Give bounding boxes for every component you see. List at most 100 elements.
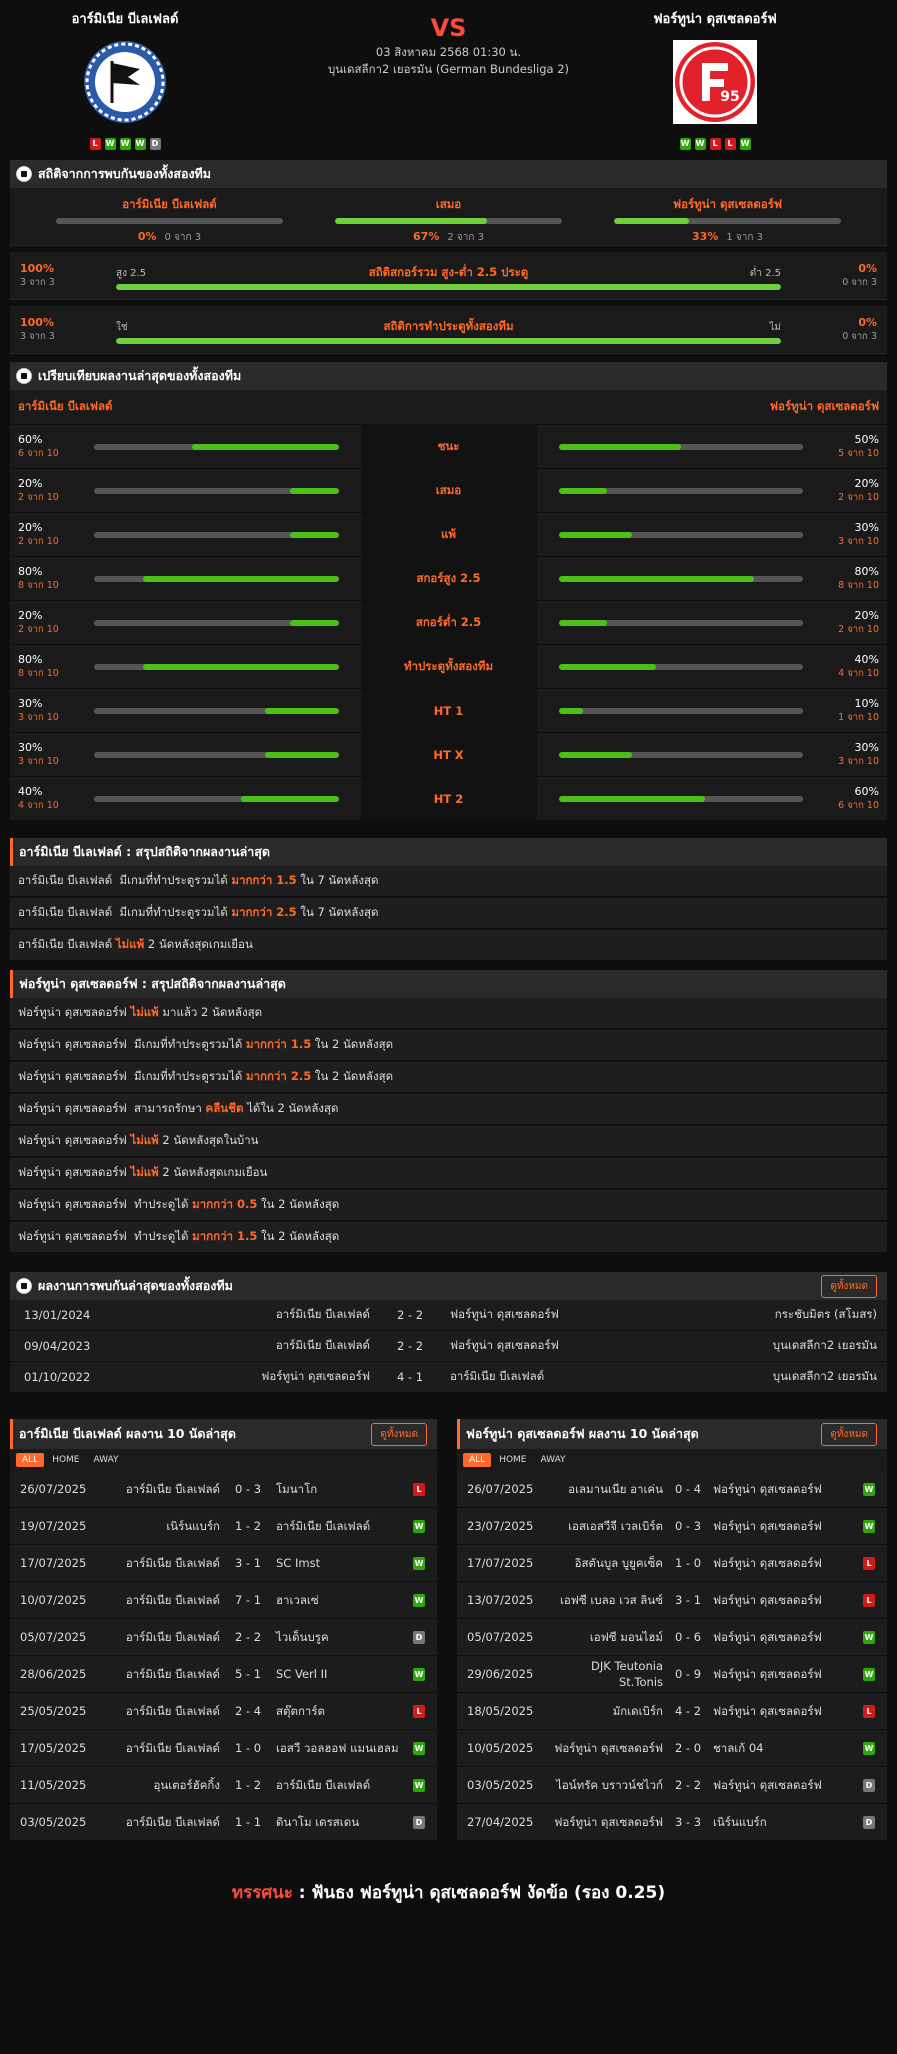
- last10-row[interactable]: 13/07/2025 เอฟซี เบลอ เวส ลินซ์ 3 - 1 ฟอร์ท…: [457, 1582, 887, 1619]
- away-team[interactable]: ฟอร์ทูน่า ดุสเซลดอร์ฟ: [450, 1306, 640, 1324]
- h2h-result-panel: อาร์มิเนีย บีเลเฟลด์ 0% 0 จาก 3 เสมอ 67% 2 จา…: [10, 188, 887, 246]
- away-team[interactable]: ฟอร์ทูน่า ดุสเซลดอร์ฟ: [713, 1592, 851, 1608]
- last10-row[interactable]: 17/07/2025 อาร์มิเนีย บีเลเฟลด์ 3 - 1 SC Im…: [10, 1545, 437, 1582]
- tab-away[interactable]: AWAY: [535, 1453, 572, 1467]
- home-team-logo[interactable]: [82, 39, 168, 125]
- last10-row[interactable]: 05/07/2025 เอฟซี มอนไฮม์ 0 - 6 ฟอร์ทูน่า ดุ…: [457, 1619, 887, 1656]
- home-team[interactable]: อาร์มิเนีย บีเลเฟลด์: [96, 1740, 220, 1756]
- tab-home[interactable]: HOME: [46, 1453, 85, 1467]
- home-team[interactable]: อาร์มิเนีย บีเลเฟลด์: [96, 1703, 220, 1719]
- away-team[interactable]: เอสวี วอลฮอฟ แมนเฮลม: [276, 1740, 401, 1756]
- home-team[interactable]: อาร์มิเนีย บีเลเฟลด์: [96, 1481, 220, 1497]
- home-team-name[interactable]: อาร์มิเนีย บีเลเฟลด์: [0, 8, 255, 29]
- away-team[interactable]: SC Verl II: [276, 1666, 401, 1682]
- home-team[interactable]: ฟอร์ทูน่า ดุสเซลดอร์ฟ: [200, 1368, 370, 1386]
- away-team[interactable]: ฟอร์ทูน่า ดุสเซลดอร์ฟ: [713, 1629, 851, 1645]
- summary-text-end: 2 นัดหลังสุดในบ้าน: [158, 1133, 259, 1147]
- home-team[interactable]: เอฟซี มอนไฮม์: [553, 1629, 663, 1645]
- home-team[interactable]: มักเดเบิร์ก: [553, 1703, 663, 1719]
- away-team[interactable]: ฟอร์ทูน่า ดุสเซลดอร์ฟ: [713, 1666, 851, 1682]
- compare-home-name[interactable]: อาร์มิเนีย บีเลเฟลด์: [18, 398, 113, 416]
- match-score: 0 - 3: [674, 1519, 702, 1533]
- ou-right-count: 0 จาก 3: [842, 276, 877, 288]
- tab-all[interactable]: ALL: [16, 1453, 45, 1467]
- result-badge: L: [863, 1704, 875, 1718]
- last10-row[interactable]: 10/07/2025 อาร์มิเนีย บีเลเฟลด์ 7 - 1 ฮาเวล…: [10, 1582, 437, 1619]
- home-team[interactable]: อาร์มิเนีย บีเลเฟลด์: [96, 1666, 220, 1682]
- away-team[interactable]: ฟอร์ทูน่า ดุสเซลดอร์ฟ: [713, 1481, 851, 1497]
- away-team-name[interactable]: ฟอร์ทูน่า ดุสเซลดอร์ฟ: [585, 8, 845, 29]
- away-team[interactable]: SC Imst: [276, 1555, 401, 1571]
- last10-row[interactable]: 05/07/2025 อาร์มิเนีย บีเลเฟลด์ 2 - 2 ไวเด็…: [10, 1619, 437, 1656]
- tab-home[interactable]: HOME: [493, 1453, 532, 1467]
- last10-row[interactable]: 03/05/2025 ไอน์ทรัค บราวน์ชไวก์ 2 - 2 ฟอร์ท…: [457, 1767, 887, 1804]
- home-team[interactable]: เอฟซี เบลอ เวส ลินซ์: [553, 1592, 663, 1608]
- away-team-block[interactable]: ฟอร์ทูน่า ดุสเซลดอร์ฟ 95 WWLLW: [585, 8, 845, 150]
- away-team[interactable]: อาร์มิเนีย บีเลเฟลด์: [276, 1777, 401, 1793]
- summary-highlight: มากกว่า 2.5: [231, 905, 297, 919]
- home-team[interactable]: อิสตันบูล บูยูคเซ็ค: [553, 1555, 663, 1571]
- last10-row[interactable]: 28/06/2025 อาร์มิเนีย บีเลเฟลด์ 5 - 1 SC Ve…: [10, 1656, 437, 1693]
- last10-row[interactable]: 11/05/2025 อุนเตอร์ฮัคกิ้ง 1 - 2 อาร์มิเนีย…: [10, 1767, 437, 1804]
- away-team[interactable]: ฟอร์ทูน่า ดุสเซลดอร์ฟ: [713, 1555, 851, 1571]
- last10-row[interactable]: 17/07/2025 อิสตันบูล บูยูคเซ็ค 1 - 0 ฟอร์ทู…: [457, 1545, 887, 1582]
- last10-row[interactable]: 29/06/2025 DJK Teutonia St.Tonis 0 - 9 ฟอร์…: [457, 1656, 887, 1693]
- last10-row[interactable]: 17/05/2025 อาร์มิเนีย บีเลเฟลด์ 1 - 0 เอสวี…: [10, 1730, 437, 1767]
- home-team[interactable]: เอสเอสวีจี เวลเบิร์ต: [553, 1518, 663, 1534]
- view-all-button[interactable]: ดูทั้งหมด: [371, 1422, 427, 1446]
- home-team[interactable]: เนิร์นแบร์ก: [96, 1518, 220, 1534]
- home-count: 6 จาก 10: [18, 447, 59, 459]
- last10-row[interactable]: 10/05/2025 ฟอร์ทูน่า ดุสเซลดอร์ฟ 2 - 0 ชาลเ…: [457, 1730, 887, 1767]
- home-team[interactable]: อาร์มิเนีย บีเลเฟลด์: [200, 1337, 370, 1355]
- home-percent-block: 80% 8 จาก 10: [18, 653, 80, 681]
- last10-row[interactable]: 23/07/2025 เอสเอสวีจี เวลเบิร์ต 0 - 3 ฟอร์ท…: [457, 1508, 887, 1545]
- last10-row[interactable]: 26/07/2025 อเลมานเนีย อาเค่น 0 - 4 ฟอร์ทูน่…: [457, 1471, 887, 1508]
- home-team[interactable]: DJK Teutonia St.Tonis: [553, 1658, 663, 1690]
- away-team[interactable]: ฟอร์ทูน่า ดุสเซลดอร์ฟ: [713, 1518, 851, 1534]
- away-team-logo[interactable]: 95: [672, 39, 758, 125]
- away-team[interactable]: ฟอร์ทูน่า ดุสเซลดอร์ฟ: [713, 1777, 851, 1793]
- home-team[interactable]: อาร์มิเนีย บีเลเฟลด์: [96, 1592, 220, 1608]
- away-team[interactable]: ฟอร์ทูน่า ดุสเซลดอร์ฟ: [713, 1703, 851, 1719]
- away-team[interactable]: อาร์มิเนีย บีเลเฟลด์: [450, 1368, 640, 1386]
- home-team[interactable]: อเลมานเนีย อาเค่น: [553, 1481, 663, 1497]
- h2h-match-row[interactable]: 09/04/2023 อาร์มิเนีย บีเลเฟลด์ 2 - 2 ฟอร์ท…: [10, 1331, 887, 1362]
- h2h-stats-title: สถิติจากการพบกันของทั้งสองทีม: [38, 166, 212, 181]
- tab-all[interactable]: ALL: [463, 1453, 492, 1467]
- away-count: 5 จาก 10: [838, 447, 879, 459]
- home-team[interactable]: ฟอร์ทูน่า ดุสเซลดอร์ฟ: [553, 1740, 663, 1756]
- summary-text-end: ใน 2 นัดหลังสุด: [257, 1229, 340, 1243]
- view-all-button[interactable]: ดูทั้งหมด: [821, 1274, 877, 1298]
- compare-row: 80% 8 จาก 10 ทำประตูทั้งสองทีม 40% 4 จาก 10: [10, 644, 887, 688]
- home-count: 3 จาก 10: [18, 755, 59, 767]
- last10-row[interactable]: 18/05/2025 มักเดเบิร์ก 4 - 2 ฟอร์ทูน่า ดุสเ…: [457, 1693, 887, 1730]
- home-team[interactable]: อุนเตอร์ฮัคกิ้ง: [96, 1777, 220, 1793]
- home-team[interactable]: ฟอร์ทูน่า ดุสเซลดอร์ฟ: [553, 1814, 663, 1830]
- last10-row[interactable]: 25/05/2025 อาร์มิเนีย บีเลเฟลด์ 2 - 4 สตุ๊ต…: [10, 1693, 437, 1730]
- compare-row: 30% 3 จาก 10 HT 1 10% 1 จาก 10: [10, 688, 887, 732]
- away-team[interactable]: โมนาโก: [276, 1481, 401, 1497]
- home-team[interactable]: อาร์มิเนีย บีเลเฟลด์: [200, 1306, 370, 1324]
- away-team[interactable]: ฟอร์ทูน่า ดุสเซลดอร์ฟ: [450, 1337, 640, 1355]
- h2h-match-row[interactable]: 01/10/2022 ฟอร์ทูน่า ดุสเซลดอร์ฟ 4 - 1 อาร์…: [10, 1362, 887, 1393]
- tab-away[interactable]: AWAY: [88, 1453, 125, 1467]
- last10-row[interactable]: 27/04/2025 ฟอร์ทูน่า ดุสเซลดอร์ฟ 3 - 3 เนิร…: [457, 1804, 887, 1841]
- last10-row[interactable]: 03/05/2025 อาร์มิเนีย บีเลเฟลด์ 1 - 1 ดินาโ…: [10, 1804, 437, 1841]
- home-team[interactable]: อาร์มิเนีย บีเลเฟลด์: [96, 1555, 220, 1571]
- away-team[interactable]: สตุ๊ตการ์ต: [276, 1703, 401, 1719]
- h2h-match-row[interactable]: 13/01/2024 อาร์มิเนีย บีเลเฟลด์ 2 - 2 ฟอร์ท…: [10, 1300, 887, 1331]
- away-team[interactable]: ไวเด็นบรูค: [276, 1629, 401, 1645]
- home-team[interactable]: อาร์มิเนีย บีเลเฟลด์: [96, 1629, 220, 1645]
- view-all-button[interactable]: ดูทั้งหมด: [821, 1422, 877, 1446]
- home-team[interactable]: ไอน์ทรัค บราวน์ชไวก์: [553, 1777, 663, 1793]
- away-team[interactable]: ฮาเวลเซ่: [276, 1592, 401, 1608]
- home-team[interactable]: อาร์มิเนีย บีเลเฟลด์: [96, 1814, 220, 1830]
- last10-row[interactable]: 26/07/2025 อาร์มิเนีย บีเลเฟลด์ 0 - 3 โมนาโ…: [10, 1471, 437, 1508]
- away-team[interactable]: ดินาโม เดรสเดน: [276, 1814, 401, 1830]
- away-team[interactable]: เนิร์นแบร์ก: [713, 1814, 851, 1830]
- away-team[interactable]: อาร์มิเนีย บีเลเฟลด์: [276, 1518, 401, 1534]
- home-team-block[interactable]: อาร์มิเนีย บีเลเฟลด์ LWWWD: [0, 8, 255, 150]
- away-team[interactable]: ชาลเก้ 04: [713, 1740, 851, 1756]
- compare-away-name[interactable]: ฟอร์ทูน่า ดุสเซลดอร์ฟ: [770, 398, 879, 416]
- last10-row[interactable]: 19/07/2025 เนิร์นแบร์ก 1 - 2 อาร์มิเนีย บีเ…: [10, 1508, 437, 1545]
